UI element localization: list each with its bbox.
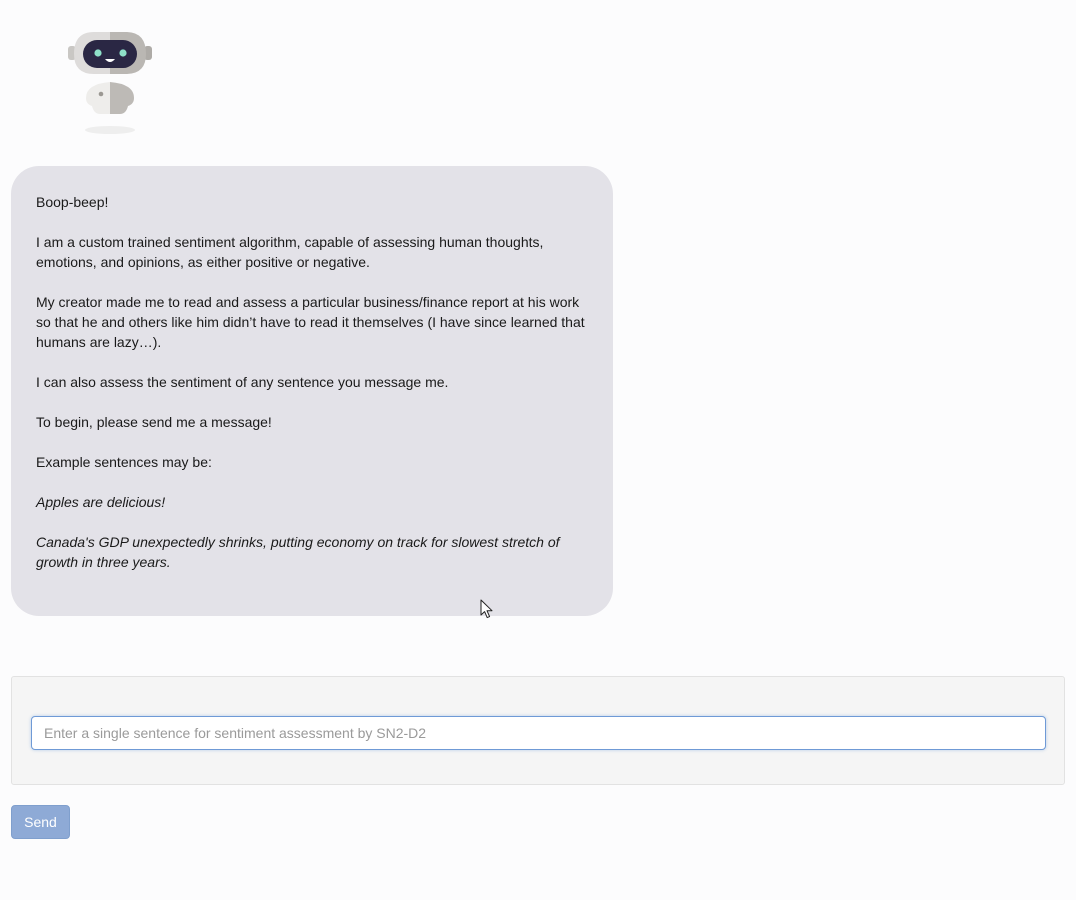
message-paragraph: I am a custom trained sentiment algorith… bbox=[36, 234, 544, 270]
message-composer bbox=[11, 676, 1065, 785]
chat-page: Boop-beep! I am a custom trained sentime… bbox=[0, 0, 1076, 900]
message-paragraph: To begin, please send me a message! bbox=[36, 414, 272, 430]
robot-icon bbox=[68, 32, 152, 134]
example-sentence: Apples are delicious! bbox=[36, 494, 166, 510]
example-sentence: Canada's GDP unexpectedly shrinks, putti… bbox=[36, 534, 560, 570]
message-paragraph: I can also assess the sentiment of any s… bbox=[36, 374, 449, 390]
message-paragraph: My creator made me to read and assess a … bbox=[36, 294, 585, 350]
mouse-pointer-icon bbox=[480, 599, 493, 619]
message-paragraph: Boop-beep! bbox=[36, 194, 109, 210]
bot-message-bubble: Boop-beep! I am a custom trained sentime… bbox=[11, 166, 613, 616]
message-paragraph: Example sentences may be: bbox=[36, 454, 212, 470]
send-button[interactable]: Send bbox=[11, 805, 70, 839]
message-input[interactable] bbox=[31, 716, 1046, 750]
